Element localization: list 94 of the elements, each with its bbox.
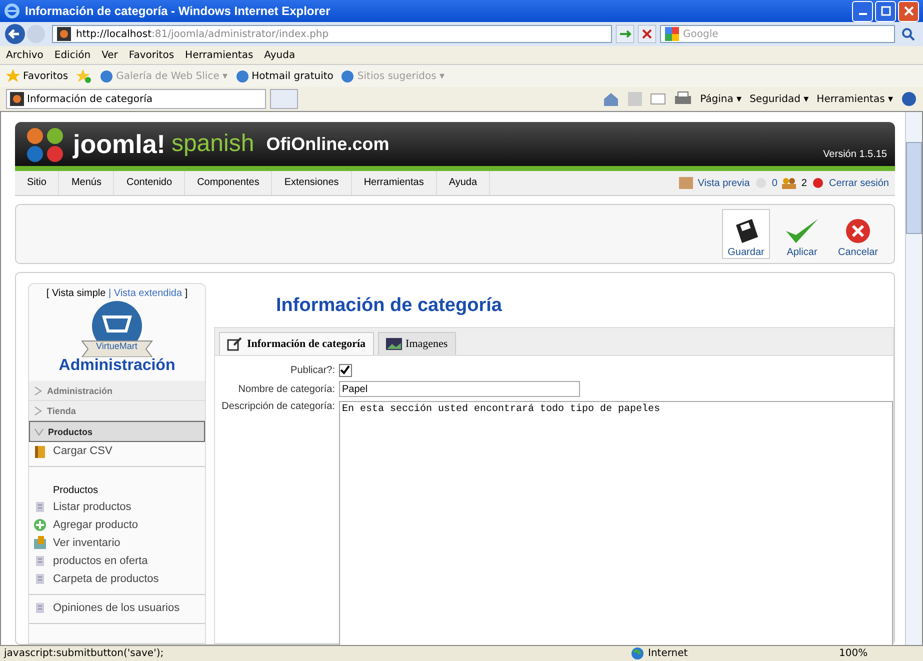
back-forward-icon[interactable] <box>4 23 48 45</box>
sidebar-link[interactable]: Carpeta de productos <box>29 570 205 595</box>
toolbar-button[interactable]: Aplicar <box>778 209 826 259</box>
command-menu[interactable]: Página ▾ <box>700 94 742 104</box>
joomla-icon <box>57 27 71 41</box>
menu-item[interactable]: Edición <box>54 50 91 60</box>
nav-menu-item[interactable]: Herramientas <box>352 171 437 195</box>
zoom-level[interactable]: 100% <box>839 648 919 659</box>
command-menu[interactable]: Herramientas ▾ <box>816 94 893 104</box>
image-icon <box>386 338 402 350</box>
toolbar-button[interactable]: Guardar <box>722 209 770 259</box>
bracket-text: ] <box>184 288 188 299</box>
menu-item-icon <box>33 444 47 458</box>
sidebar-link[interactable]: Listar productos <box>29 498 205 516</box>
user-count: 2 <box>801 178 807 188</box>
brand-name: joomla! <box>73 128 166 160</box>
favorites-button[interactable]: Favoritos <box>6 69 68 83</box>
logout-link[interactable]: Cerrar sesión <box>828 178 889 188</box>
menu-item-icon <box>33 518 47 532</box>
sidebar-heading: Productos <box>52 484 100 498</box>
version-label: Versión 1.5.15 <box>823 149 887 160</box>
favorites-link[interactable]: Hotmail gratuito <box>236 70 334 82</box>
browser-icon <box>4 3 20 19</box>
sidebar-section[interactable]: Productos <box>29 421 205 442</box>
refresh-icon[interactable] <box>616 25 634 43</box>
site-name: OfiOnline.com <box>266 134 390 154</box>
tab[interactable]: Imagenes <box>378 332 456 355</box>
add-favorite-icon[interactable] <box>76 69 92 83</box>
tab[interactable]: Información de categoría <box>219 332 374 355</box>
description-field[interactable]: En esta sección usted encontrará todo tipo de papeles <box>339 401 893 645</box>
brand-language: spanish <box>171 130 254 158</box>
edit-icon <box>227 337 243 351</box>
menu-item-icon <box>33 536 47 550</box>
view-link[interactable]: Vista simple <box>52 288 106 299</box>
field-label: Nombre de categoría: <box>237 384 335 394</box>
name-field[interactable]: Papel <box>339 381 580 397</box>
sidebar-link[interactable]: Ver inventario <box>29 534 205 552</box>
nav-menu-item[interactable]: Ayuda <box>436 171 490 195</box>
field-label: Descripción de categoría: <box>220 401 335 412</box>
nav-menu-item[interactable]: Contenido <box>114 171 186 195</box>
star-icon <box>6 69 20 83</box>
bracket-text: [ <box>46 288 50 299</box>
status-text: javascript:submitbutton('save'); <box>4 648 165 659</box>
sidebar-link[interactable]: Agregar producto <box>29 516 205 534</box>
site-icon <box>10 92 24 106</box>
scrollbar[interactable] <box>905 112 922 645</box>
nav-menu-item[interactable]: Menús <box>59 171 114 195</box>
nav-menu-item[interactable]: Sitio <box>15 171 60 195</box>
view-link[interactable]: Vista extendida <box>114 288 182 299</box>
security-zone: Internet <box>631 647 831 660</box>
menu-item[interactable]: Archivo <box>6 50 44 60</box>
close-button[interactable] <box>898 0 919 22</box>
menu-item-icon <box>33 554 47 568</box>
browser-tab[interactable]: Información de categoría <box>6 89 266 109</box>
globe-icon <box>631 647 644 660</box>
menu-item[interactable]: Ayuda <box>264 50 296 60</box>
preview-link[interactable]: Vista previa <box>698 178 750 188</box>
google-icon <box>665 27 679 41</box>
stop-icon[interactable] <box>638 25 656 43</box>
toolbar-button[interactable]: Cancelar <box>834 209 882 259</box>
cancel-icon <box>844 217 872 245</box>
menu-item[interactable]: Favoritos <box>128 50 174 60</box>
maximize-icon <box>880 6 890 16</box>
nav-menu-item[interactable]: Extensiones <box>272 171 352 195</box>
users-icon <box>782 177 796 189</box>
close-icon <box>904 6 914 16</box>
window-title: Información de categoría - Windows Internet Explorer <box>25 4 332 18</box>
logo-text: VirtueMart <box>96 341 138 351</box>
sidebar-section[interactable]: Administración <box>29 381 205 401</box>
page-title: Información de categoría <box>276 295 503 317</box>
chevron-icon <box>34 426 44 436</box>
sidebar-title: Administración <box>58 357 176 375</box>
sidebar-link[interactable]: productos en oferta <box>29 552 205 570</box>
message-count: 0 <box>772 178 778 188</box>
menu-item[interactable]: Ver <box>102 50 118 60</box>
minimize-button[interactable] <box>852 0 873 22</box>
print-icon[interactable] <box>674 91 692 107</box>
menu-item-icon <box>33 572 47 586</box>
menu-item-icon <box>33 500 47 514</box>
separator-text: | <box>108 288 112 299</box>
sidebar-link[interactable]: Cargar CSV <box>29 442 205 467</box>
sidebar-link[interactable]: Opiniones de los usuarios <box>29 599 205 624</box>
check-icon <box>340 365 350 375</box>
field-label: Publicar?: <box>290 365 335 376</box>
nav-menu-item[interactable]: Componentes <box>185 171 272 195</box>
maximize-button[interactable] <box>875 0 896 22</box>
command-menu[interactable]: Seguridad ▾ <box>750 94 809 104</box>
publish-checkbox[interactable] <box>339 364 352 377</box>
sidebar-section[interactable]: Tienda <box>29 401 205 421</box>
home-icon[interactable] <box>602 91 620 107</box>
minimize-icon <box>858 13 866 15</box>
menu-item-icon <box>33 601 47 615</box>
menu-item[interactable]: Herramientas <box>185 50 254 60</box>
address-field[interactable]: http://localhost:81/joomla/administrator/index.php <box>52 25 612 43</box>
